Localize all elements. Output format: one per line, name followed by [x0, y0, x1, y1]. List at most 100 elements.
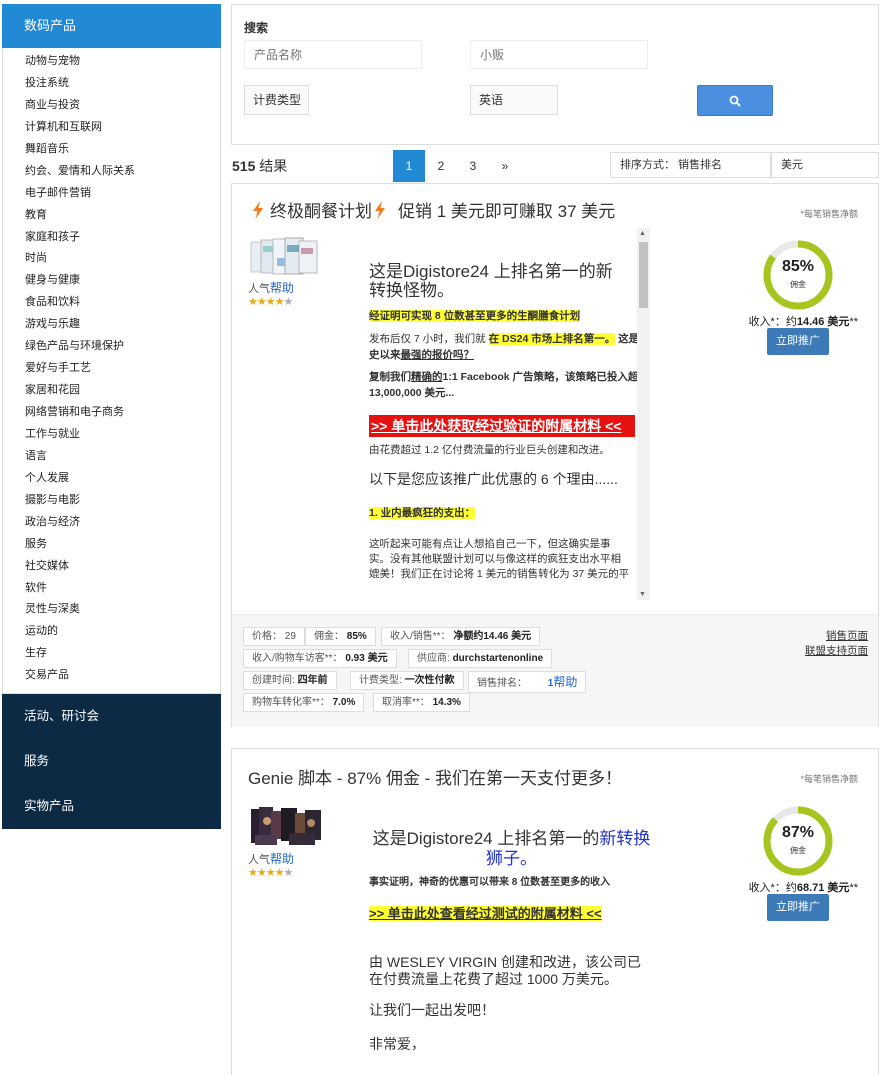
product-name-input[interactable]	[244, 40, 422, 69]
category-item[interactable]: 舞蹈音乐	[3, 139, 220, 161]
star-icon: ★	[256, 296, 267, 308]
stat-conversion: 购物车转化率**： 7.0%	[243, 693, 365, 712]
category-item[interactable]: 爱好与手工艺	[3, 358, 220, 380]
stat-cancel-rate: 取消率**： 14.3%	[373, 693, 470, 712]
popularity-label: 人气	[248, 283, 270, 295]
category-list: 动物与宠物 投注系统 商业与投资 计算机和互联网 舞蹈音乐 约会、爱情和人际关系 电子邮件营…	[2, 48, 221, 695]
category-item[interactable]: 网络营销和电子商务	[3, 402, 220, 424]
rank-help-link[interactable]: 帮助	[553, 675, 577, 689]
stat-sales-rank: 销售排名： 1帮助	[468, 671, 587, 693]
product-card: 终极酮餐计划 促销 1 美元即可赚取 37 美元 *每笔销售净额 人气帮助 ★★…	[231, 183, 879, 727]
stat-value: 29	[284, 631, 296, 642]
category-item[interactable]: 时尚	[3, 248, 220, 270]
stat-vendor: 供应商: durchstartenonline	[408, 649, 553, 668]
affiliate-material-link[interactable]: >> 单击此处查看经过测试的附属材料 <<	[369, 906, 602, 921]
category-item[interactable]: 绿色产品与环境保护	[3, 336, 220, 358]
product-title[interactable]: Genie 脚本 - 87% 佣金 - 我们在第一天支付更多！	[248, 764, 622, 789]
rating-stars: ★★★★★	[248, 295, 293, 308]
scroll-up-icon[interactable]: ▲	[639, 230, 646, 237]
category-digital-products[interactable]: 数码产品	[2, 4, 221, 48]
income-label: 收入*：约	[748, 316, 797, 328]
product-description: 这是Digistore24 上排名第一的新转换怪物。 经证明可实现 8 位数甚至…	[369, 262, 651, 583]
category-item[interactable]: 社交媒体	[3, 556, 220, 578]
stat-label: 创建时间:	[252, 675, 295, 686]
sort-select[interactable]: 排序方式： 销售排名	[610, 152, 771, 178]
language-select[interactable]: 英语	[470, 85, 558, 115]
category-item[interactable]: 灵性与深奥	[3, 599, 220, 621]
affiliate-support-link[interactable]: 联盟支持页面	[805, 643, 868, 658]
currency-select[interactable]: 美元	[771, 152, 879, 178]
category-item[interactable]: 政治与经济	[3, 512, 220, 534]
scrollbar-thumb[interactable]	[639, 242, 648, 308]
popularity-help-link[interactable]: 帮助	[270, 281, 294, 295]
category-item[interactable]: 食品和饮料	[3, 292, 220, 314]
commission-gauge: 85% 佣金	[762, 239, 834, 311]
product-title[interactable]: 终极酮餐计划 促销 1 美元即可赚取 37 美元	[250, 197, 615, 222]
category-item[interactable]: 教育	[3, 205, 220, 227]
page-1[interactable]: 1	[393, 150, 425, 182]
category-item[interactable]: 工作与就业	[3, 424, 220, 446]
category-item[interactable]: 家居和花园	[3, 380, 220, 402]
category-item[interactable]: 交易产品	[3, 665, 220, 687]
category-item[interactable]: 个人发展	[3, 468, 220, 490]
sales-page-link[interactable]: 销售页面	[826, 628, 868, 643]
category-item[interactable]: 摄影与电影	[3, 490, 220, 512]
income-label: 收入*：约	[748, 882, 797, 894]
desc-text: 由 WESLEY VIRGIN 创建和改进，该公司已在付费流量上花费了超过 10…	[369, 954, 641, 987]
promote-now-button[interactable]: 立即推广	[767, 328, 829, 355]
category-item[interactable]: 家庭和孩子	[3, 227, 220, 249]
category-item[interactable]: 生存	[3, 643, 220, 665]
affiliate-material-link[interactable]: >> 单击此处获取经过验证的附属材料 <<	[369, 415, 635, 437]
star-icon: ★	[248, 296, 258, 308]
category-item[interactable]: 约会、爱情和人际关系	[3, 161, 220, 183]
category-item[interactable]: 游戏与乐趣	[3, 314, 220, 336]
desc-highlight: 经证明可实现 8 位数甚至更多的生酮膳食计划	[369, 310, 581, 322]
income-estimate: 收入*：约14.46 美元**	[749, 313, 858, 329]
results-label: 结果	[259, 158, 288, 174]
category-item[interactable]: 商业与投资	[3, 95, 220, 117]
page-2[interactable]: 2	[425, 150, 457, 182]
desc-text: 由花费超过 1.2 亿付费流量的行业巨头创建和改进。	[369, 444, 610, 456]
promote-now-button[interactable]: 立即推广	[767, 894, 829, 921]
product-thumbnail[interactable]	[249, 805, 323, 847]
search-panel: 搜索 计费类型 英语	[231, 4, 879, 145]
category-item[interactable]: 运动的	[3, 621, 220, 643]
category-dark-sections: 活动、研讨会 服务 实物产品	[2, 694, 221, 830]
desc-text: 非常爱，	[369, 1036, 425, 1052]
page-next[interactable]: »	[489, 150, 521, 182]
popularity-help-link[interactable]: 帮助	[270, 852, 294, 866]
product-stats: 价格： 29 佣金： 85% 收入/销售**： 净额约14.46 美元 收入/购…	[232, 614, 878, 727]
income-value: 14.46 美元	[796, 316, 850, 328]
desc-highlight: 在 DS24 市场上排名第一。	[488, 333, 616, 345]
stat-created: 创建时间: 四年前	[243, 671, 337, 690]
product-thumbnail[interactable]	[249, 236, 321, 278]
page-3[interactable]: 3	[457, 150, 489, 182]
stat-label: 价格：	[252, 631, 282, 642]
category-physical-products[interactable]: 实物产品	[2, 784, 221, 829]
category-item[interactable]: 投注系统	[3, 73, 220, 95]
category-events[interactable]: 活动、研讨会	[2, 694, 221, 739]
stat-label: 购物车转化率**：	[252, 697, 330, 708]
category-item[interactable]: 计算机和互联网	[3, 117, 220, 139]
category-item[interactable]: 动物与宠物	[3, 51, 220, 73]
billing-type-select[interactable]: 计费类型	[244, 85, 309, 115]
desc-text: 让我们一起出发吧！	[369, 1002, 495, 1018]
category-item[interactable]: 服务	[3, 534, 220, 556]
category-item[interactable]: 电子邮件营销	[3, 183, 220, 205]
scroll-down-icon[interactable]: ▼	[639, 591, 646, 598]
category-item[interactable]: 健身与健康	[3, 270, 220, 292]
income-value: 68.71 美元	[796, 882, 850, 894]
stat-label: 销售排名：	[477, 678, 527, 689]
stat-income-per-visitor: 收入/购物车访客**： 0.93 美元	[243, 649, 397, 668]
popularity-label: 人气	[248, 854, 270, 866]
category-item[interactable]: 软件	[3, 578, 220, 600]
vendor-input[interactable]	[470, 40, 648, 69]
product-title-main: 终极酮餐计划	[270, 202, 372, 221]
income-estimate: 收入*：约68.71 美元**	[749, 879, 858, 895]
search-button[interactable]	[697, 85, 773, 116]
net-note: *每笔销售净额	[800, 209, 858, 219]
description-scrollbar[interactable]: ▲ ▼	[637, 228, 650, 600]
category-item[interactable]: 语言	[3, 446, 220, 468]
category-services[interactable]: 服务	[2, 739, 221, 784]
stat-value: 14.3%	[432, 697, 461, 708]
